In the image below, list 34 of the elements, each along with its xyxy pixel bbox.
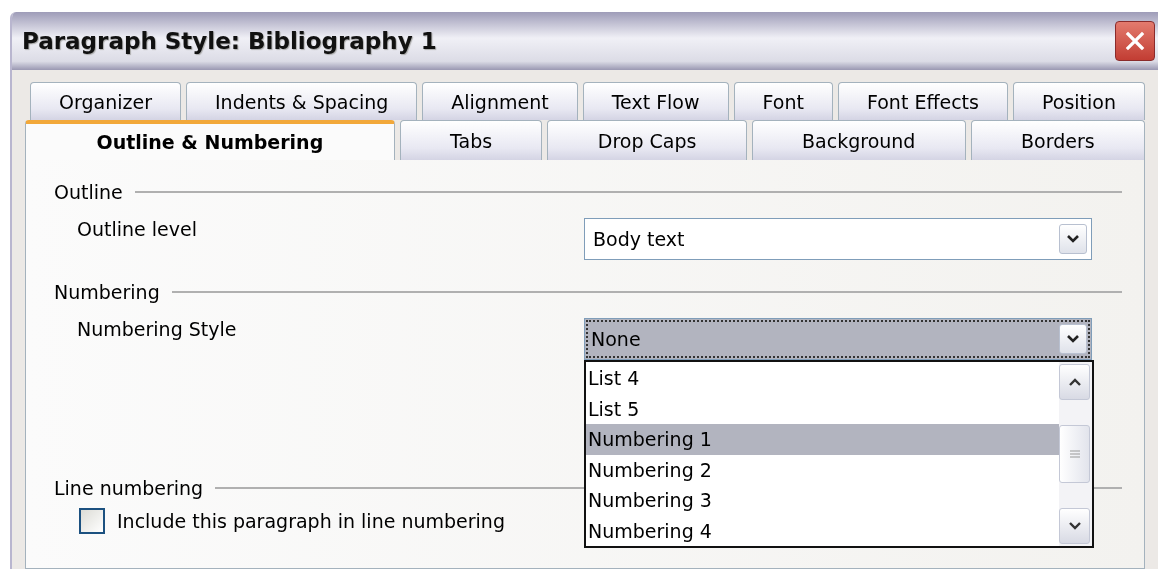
tab[interactable]: Alignment	[422, 82, 578, 120]
tab[interactable]: Background	[751, 120, 966, 160]
numbering-style-dropdown[interactable]: None	[584, 318, 1092, 360]
tab[interactable]: Text Flow	[582, 82, 729, 120]
dropdown-option[interactable]: Numbering 3	[586, 485, 1059, 516]
section-heading: Line numbering	[54, 477, 204, 499]
tab[interactable]: Organizer	[30, 82, 181, 120]
tab[interactable]: Position	[1013, 82, 1145, 120]
close-icon[interactable]	[1124, 30, 1146, 52]
tab[interactable]: Font Effects	[837, 82, 1008, 120]
scroll-thumb[interactable]	[1059, 425, 1090, 483]
field-label: Numbering Style	[77, 318, 237, 340]
scroll-down-icon[interactable]	[1059, 508, 1090, 544]
section-heading: Outline	[54, 181, 123, 203]
tab[interactable]: Indents & Spacing	[185, 82, 418, 120]
checkbox-label[interactable]: Include this paragraph in line numbering	[117, 510, 505, 532]
tab[interactable]: Outline & Numbering	[25, 120, 395, 160]
section-heading: Numbering	[54, 281, 160, 303]
tab[interactable]: Borders	[970, 120, 1145, 160]
close-button[interactable]	[1115, 21, 1155, 61]
checkbox[interactable]	[79, 508, 105, 534]
tab[interactable]: Tabs	[399, 120, 543, 160]
dropdown-option[interactable]: Numbering 4	[586, 515, 1059, 546]
dropdown-option[interactable]: Numbering 2	[586, 454, 1059, 485]
field-label: Outline level	[77, 218, 197, 240]
tab[interactable]: Drop Caps	[547, 120, 747, 160]
scroll-up-icon[interactable]	[1059, 364, 1090, 400]
window-title: Paragraph Style: Bibliography 1	[22, 28, 437, 54]
outline-level-dropdown[interactable]: Body text	[584, 218, 1092, 260]
dropdown-option[interactable]: List 5	[586, 393, 1059, 424]
scrollbar[interactable]	[1059, 362, 1092, 546]
tab[interactable]: Font	[733, 82, 833, 120]
dropdown-option[interactable]: List 4	[586, 363, 1059, 394]
dropdown-option[interactable]: Numbering 1	[586, 424, 1059, 455]
